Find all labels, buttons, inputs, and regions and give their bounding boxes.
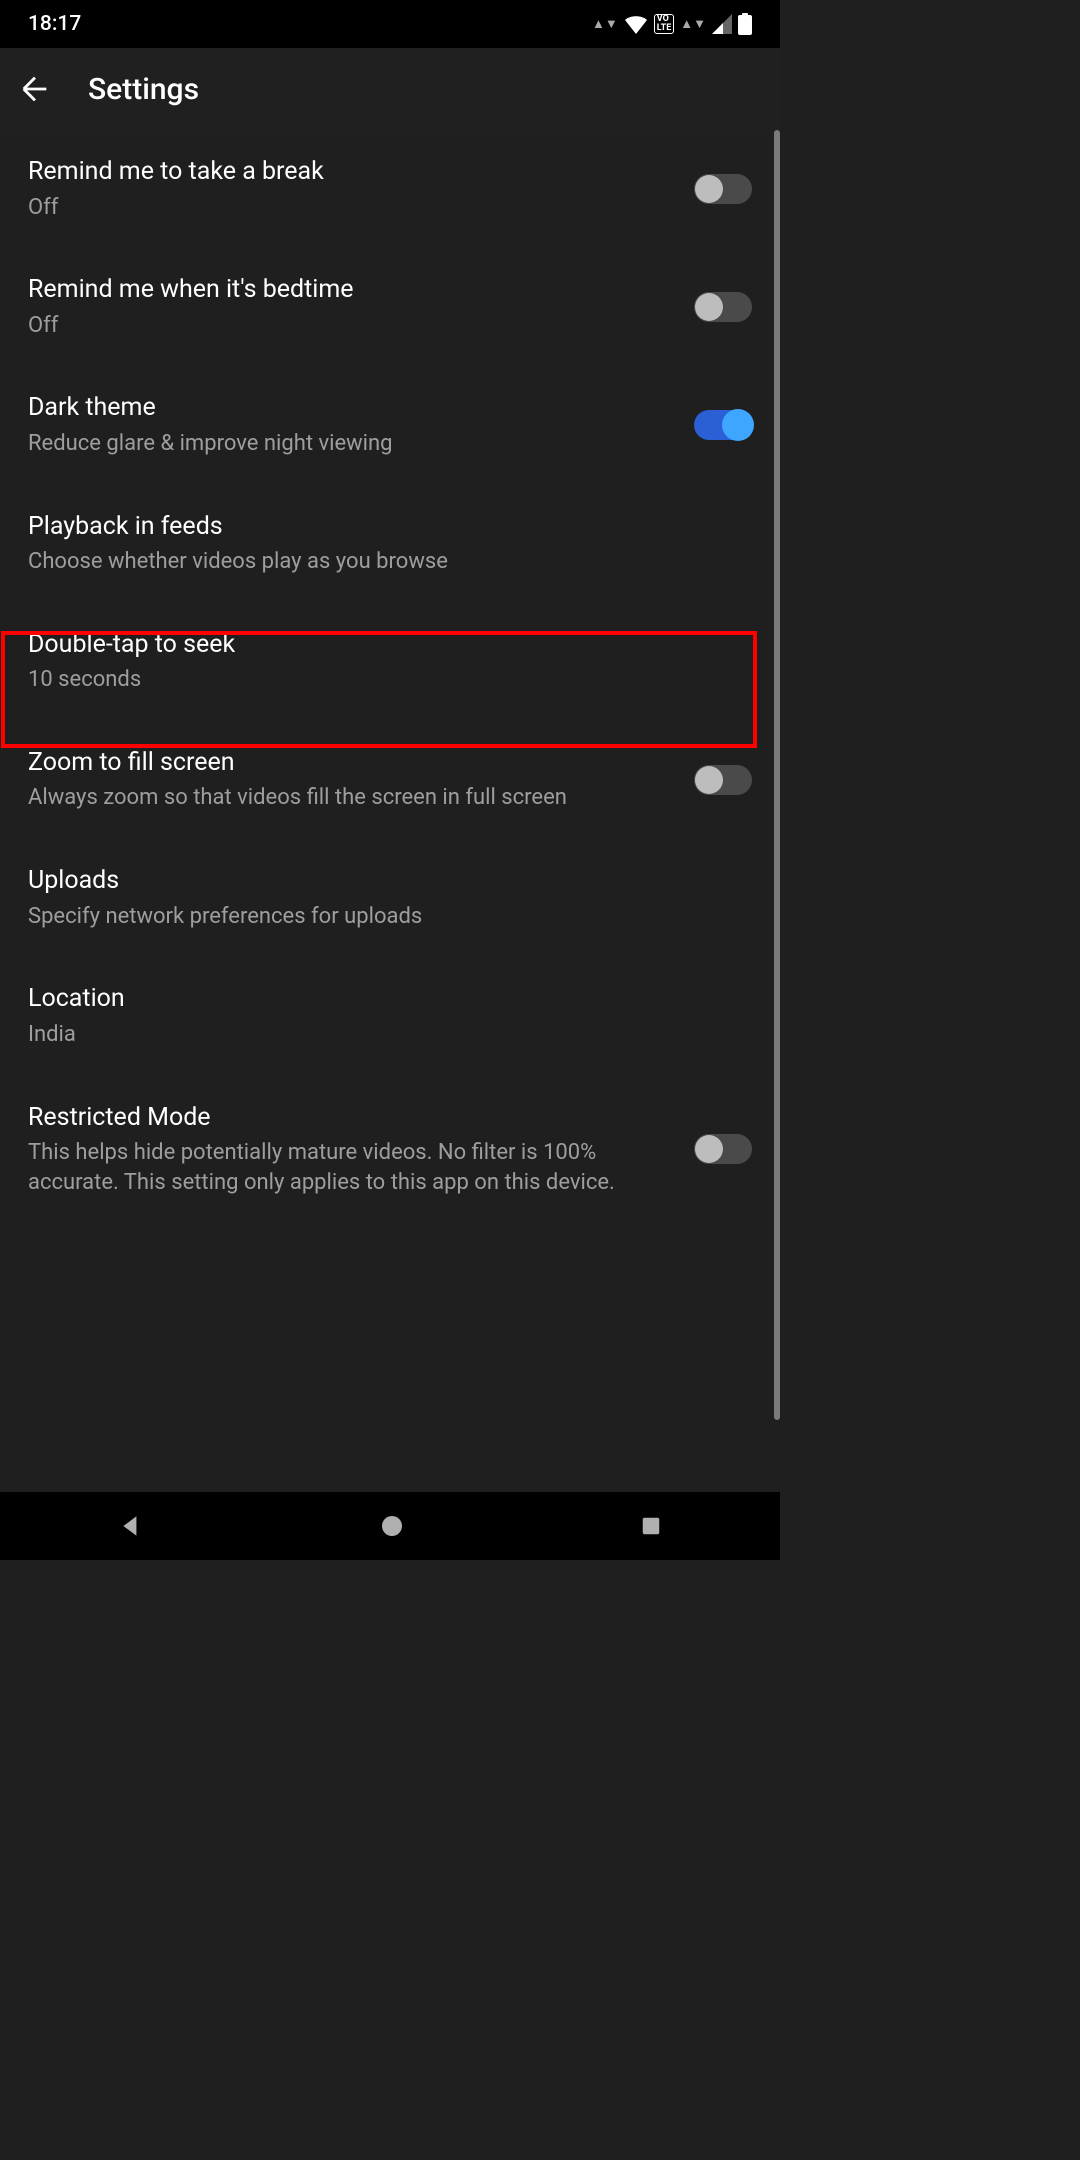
setting-title: Dark theme [28, 392, 678, 425]
setting-sub: Always zoom so that videos fill the scre… [28, 783, 678, 813]
setting-location[interactable]: Location India [0, 957, 780, 1075]
setting-title: Remind me to take a break [28, 156, 678, 189]
page-title: Settings [88, 72, 199, 107]
scrollbar[interactable] [774, 130, 780, 1420]
nav-back-button[interactable] [118, 1513, 144, 1539]
nav-recent-button[interactable] [640, 1515, 662, 1537]
setting-double-tap-seek[interactable]: Double-tap to seek 10 seconds [0, 603, 780, 721]
setting-sub: Reduce glare & improve night viewing [28, 429, 678, 459]
back-icon[interactable] [18, 72, 52, 106]
setting-title: Playback in feeds [28, 511, 752, 544]
setting-playback-feeds[interactable]: Playback in feeds Choose whether videos … [0, 485, 780, 603]
signal-icon [712, 14, 732, 34]
toggle-zoom-fill[interactable] [694, 765, 752, 795]
status-bar: 18:17 ▲▼ VOLTE ▲▼ [0, 0, 780, 48]
setting-sub: Off [28, 193, 678, 223]
setting-sub: 10 seconds [28, 665, 752, 695]
volte-icon: VOLTE [654, 14, 675, 34]
navigation-bar [0, 1492, 780, 1560]
setting-sub: India [28, 1020, 752, 1050]
setting-title: Double-tap to seek [28, 629, 752, 662]
battery-icon [738, 13, 752, 35]
data-updown-icon: ▲▼ [592, 16, 618, 32]
toggle-remind-break[interactable] [694, 174, 752, 204]
setting-sub: Choose whether videos play as you browse [28, 547, 752, 577]
setting-title: Restricted Mode [28, 1102, 678, 1135]
status-icons: ▲▼ VOLTE ▲▼ [592, 13, 752, 35]
setting-title: Remind me when it's bedtime [28, 274, 678, 307]
status-time: 18:17 [28, 12, 81, 36]
data-updown-icon-2: ▲▼ [680, 16, 706, 32]
setting-title: Uploads [28, 865, 752, 898]
setting-title: Zoom to fill screen [28, 747, 678, 780]
setting-dark-theme[interactable]: Dark theme Reduce glare & improve night … [0, 366, 780, 484]
settings-list: Remind me to take a break Off Remind me … [0, 130, 780, 1223]
app-bar: Settings [0, 48, 780, 130]
setting-restricted-mode[interactable]: Restricted Mode This helps hide potentia… [0, 1076, 780, 1224]
setting-sub: Off [28, 311, 678, 341]
setting-remind-bedtime[interactable]: Remind me when it's bedtime Off [0, 248, 780, 366]
setting-title: Location [28, 983, 752, 1016]
setting-sub: Specify network preferences for uploads [28, 902, 752, 932]
wifi-icon [624, 14, 648, 34]
setting-sub: This helps hide potentially mature video… [28, 1138, 678, 1197]
setting-remind-break[interactable]: Remind me to take a break Off [0, 130, 780, 248]
setting-zoom-fill[interactable]: Zoom to fill screen Always zoom so that … [0, 721, 780, 839]
nav-home-button[interactable] [380, 1514, 404, 1538]
toggle-restricted-mode[interactable] [694, 1134, 752, 1164]
setting-uploads[interactable]: Uploads Specify network preferences for … [0, 839, 780, 957]
toggle-remind-bedtime[interactable] [694, 292, 752, 322]
toggle-dark-theme[interactable] [694, 410, 752, 440]
